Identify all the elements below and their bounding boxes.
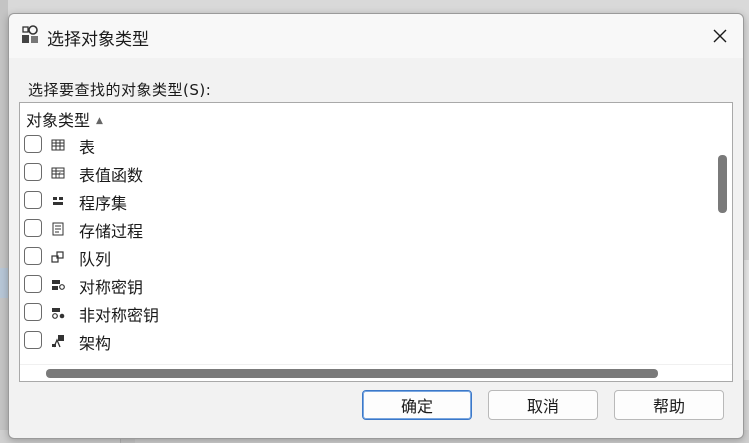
list-item-label: 队列: [79, 250, 112, 269]
list-item-label: 程序集: [79, 194, 128, 213]
checkbox-table-valued-function[interactable]: [24, 163, 42, 181]
checkbox-table[interactable]: [24, 135, 42, 153]
vertical-scrollbar-thumb[interactable]: [718, 155, 727, 213]
list-item-queue[interactable]: 队列: [20, 243, 706, 271]
list-item-stored-procedure[interactable]: 存储过程: [20, 215, 706, 243]
close-button[interactable]: [703, 20, 737, 52]
vertical-scrollbar[interactable]: [714, 103, 732, 363]
column-header-label: 对象类型: [26, 111, 91, 130]
assembly-icon: [53, 197, 63, 205]
horizontal-scrollbar[interactable]: [20, 364, 732, 381]
checkbox-assembly[interactable]: [24, 191, 42, 209]
list-item-label: 表: [79, 138, 96, 157]
queue-icon: [51, 251, 64, 263]
table-icon: [51, 139, 65, 151]
list-item-symmetric-key[interactable]: 对称密钥: [20, 271, 706, 299]
horizontal-scrollbar-thumb[interactable]: [46, 369, 658, 378]
help-button[interactable]: 帮助: [614, 390, 724, 420]
svg-text:f: f: [58, 172, 61, 180]
list-item-label: 对称密钥: [79, 278, 144, 297]
list-item-label: 存储过程: [79, 222, 144, 241]
sort-ascending-icon: ▲: [96, 116, 103, 126]
list-item-schema[interactable]: 架构: [20, 327, 706, 355]
list-item-table[interactable]: 表: [20, 131, 706, 159]
object-types-prompt: 选择要查找的对象类型(S):: [28, 81, 212, 99]
list-item-label: 架构: [79, 334, 112, 353]
symmetric-key-icon: [52, 280, 65, 290]
checkbox-stored-procedure[interactable]: [24, 219, 42, 237]
list-item-label: 表值函数: [79, 166, 144, 185]
background-app-left-edge: [0, 0, 8, 443]
checkbox-symmetric-key[interactable]: [24, 275, 42, 293]
column-header-object-type[interactable]: 对象类型 ▲: [26, 107, 103, 131]
asymmetric-key-icon: [52, 308, 65, 319]
dialog-titlebar: 选择对象类型: [9, 14, 743, 58]
list-item-table-valued-function[interactable]: f 表值函数: [20, 159, 706, 187]
list-item-assembly[interactable]: 程序集: [20, 187, 706, 215]
list-item-asymmetric-key[interactable]: 非对称密钥: [20, 299, 706, 327]
background-app-left-highlight: [0, 268, 8, 298]
checkbox-asymmetric-key[interactable]: [24, 303, 42, 321]
object-types-rows: 表 f 表值函数 程序集 存储过程 队列 对称密钥 非对称密钥 架构: [20, 131, 706, 355]
object-types-list[interactable]: 对象类型 ▲ 表 f 表值函数 程序集 存储过程 队列 对称密钥 非对称密钥 架…: [19, 102, 733, 382]
stored-procedure-icon: [52, 222, 64, 236]
dialog-title: 选择对象类型: [47, 30, 149, 50]
checkbox-schema[interactable]: [24, 331, 42, 349]
close-icon: [713, 29, 727, 43]
cancel-button[interactable]: 取消: [488, 390, 598, 420]
object-types-icon: [22, 25, 38, 43]
list-item-label: 非对称密钥: [79, 306, 160, 325]
schema-icon: [52, 335, 64, 348]
checkbox-queue[interactable]: [24, 247, 42, 265]
select-object-types-dialog: 选择对象类型 选择要查找的对象类型(S): 对象类型 ▲ 表 f 表值函数 程序…: [8, 13, 744, 439]
ok-button[interactable]: 确定: [362, 390, 472, 420]
table-function-icon: f: [51, 167, 65, 180]
